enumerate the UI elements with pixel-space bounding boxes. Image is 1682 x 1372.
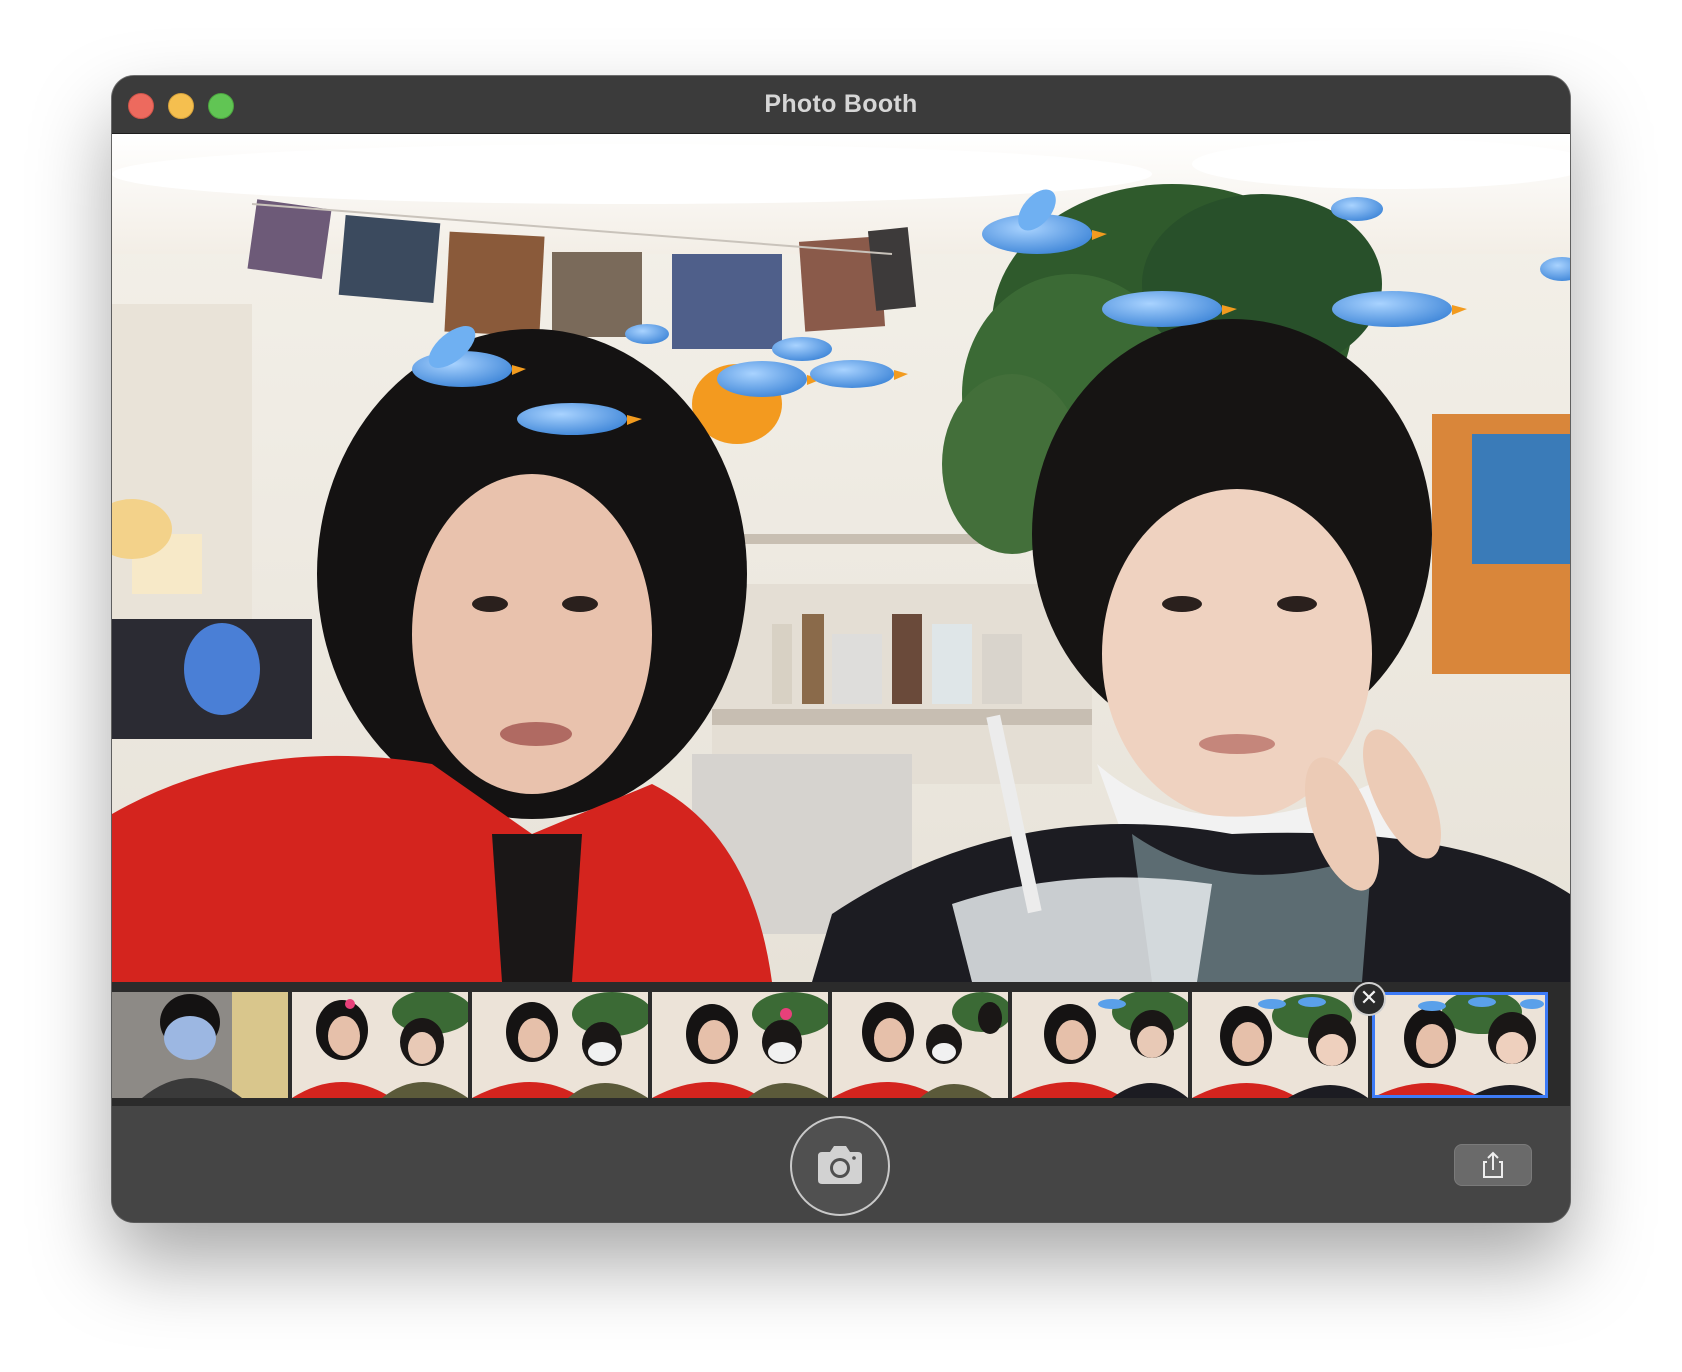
- photo-thumbnail-selected[interactable]: [1372, 992, 1548, 1098]
- window-title: Photo Booth: [764, 90, 918, 118]
- share-button[interactable]: [1454, 1144, 1532, 1186]
- camera-preview-image: [112, 134, 1570, 982]
- photo-thumbnail[interactable]: [832, 992, 1008, 1098]
- photo-thumbnail[interactable]: [292, 992, 468, 1098]
- title-bar[interactable]: Photo Booth: [112, 76, 1570, 134]
- delete-photo-icon[interactable]: ✕: [1352, 982, 1386, 1016]
- bottom-toolbar: [112, 1106, 1570, 1222]
- photo-thumbnail[interactable]: [1192, 992, 1368, 1098]
- photo-thumbnail[interactable]: [112, 992, 288, 1098]
- photo-thumbnail[interactable]: [652, 992, 828, 1098]
- photo-booth-window: Photo Booth ✕: [112, 76, 1570, 1222]
- take-photo-button[interactable]: [790, 1116, 890, 1216]
- photo-thumbnail[interactable]: [472, 992, 648, 1098]
- camera-preview: [112, 134, 1570, 982]
- camera-icon: [818, 1146, 862, 1184]
- photo-filmstrip[interactable]: ✕: [112, 982, 1570, 1106]
- share-icon: [1483, 1151, 1503, 1178]
- photo-thumbnail[interactable]: [1012, 992, 1188, 1098]
